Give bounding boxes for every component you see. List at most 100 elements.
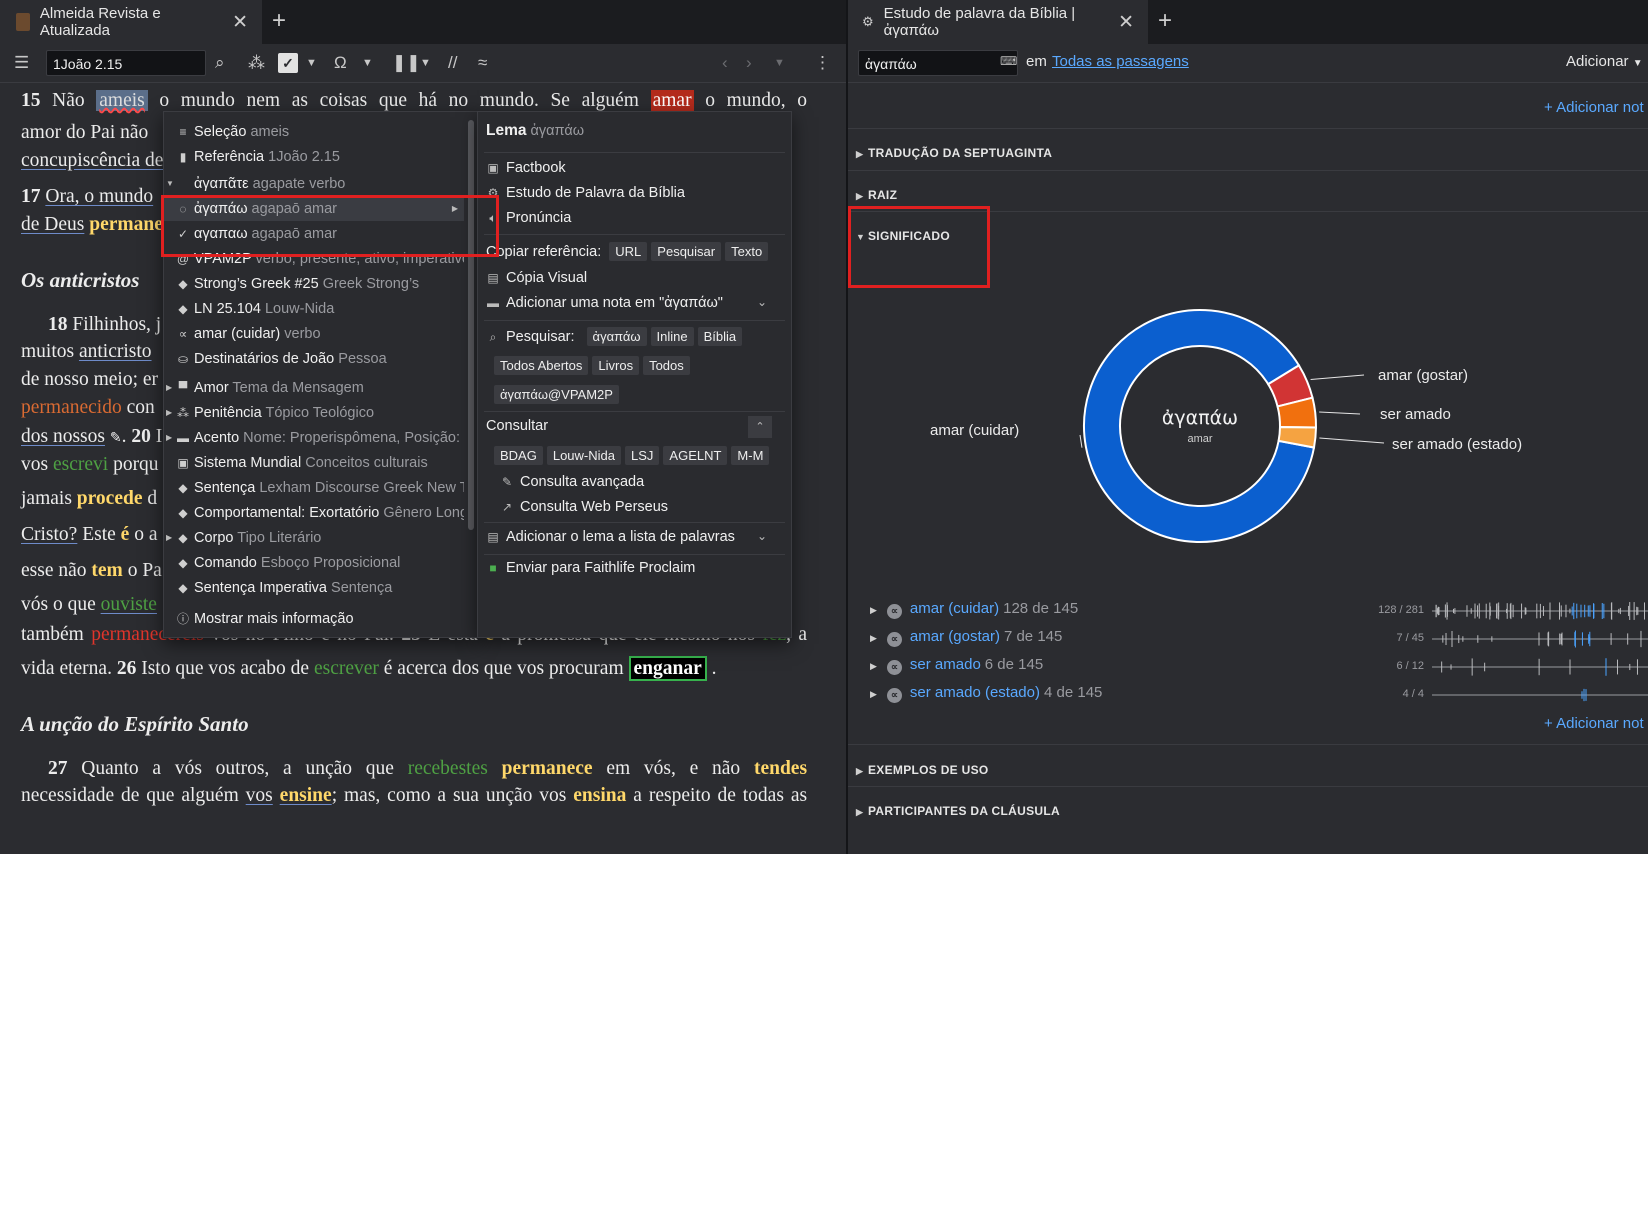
consult-chip[interactable]: AGELNT xyxy=(663,446,728,465)
menu-item-word-study[interactable]: ⚙ Estudo de Palavra da Bíblia xyxy=(478,185,791,201)
context-menu-item[interactable]: ⛀ Destinatários de João Pessoa xyxy=(164,347,464,371)
context-menu-item[interactable]: ∝ amar (cuidar) verbo xyxy=(164,322,464,346)
consult-chip[interactable]: LSJ xyxy=(625,446,660,465)
copy-search-chip[interactable]: Pesquisar xyxy=(651,242,722,261)
copy-url-chip[interactable]: URL xyxy=(609,242,648,261)
check-icon[interactable]: ✓ xyxy=(278,53,298,73)
keyboard-icon[interactable]: ⌨ xyxy=(1000,54,1017,68)
expand-triangle-icon[interactable]: ▶ xyxy=(166,426,172,450)
menu-item-perseus[interactable]: ↗ Consulta Web Perseus xyxy=(492,499,791,515)
copy-text-chip[interactable]: Texto xyxy=(725,242,769,261)
expand-triangle-icon[interactable]: ▶ xyxy=(870,633,877,643)
consult-chip[interactable]: BDAG xyxy=(494,446,543,465)
search-lemma-chip[interactable]: ἀγαπάω xyxy=(586,327,647,346)
highlighted-word[interactable]: ensina xyxy=(573,785,626,806)
parallel-icon[interactable]: // xyxy=(448,53,457,73)
expand-triangle-icon[interactable]: ▶ xyxy=(870,605,877,615)
context-menu-item[interactable]: ◆ Comando Esboço Proposicional xyxy=(164,551,464,575)
tab-bible[interactable]: Almeida Revista e Atualizada ✕ xyxy=(0,0,262,44)
search-books-chip[interactable]: Livros xyxy=(592,356,640,375)
chevron-down-icon[interactable]: ⌄ xyxy=(757,529,767,543)
context-menu-item[interactable]: ▶ ◆ Corpo Tipo Literário xyxy=(164,526,464,550)
chevron-down-icon[interactable]: ▼ xyxy=(774,53,785,73)
expand-triangle-icon[interactable]: ▶ xyxy=(166,401,172,425)
context-menu-item[interactable]: ▮ Referência 1João 2.15 xyxy=(164,145,464,169)
new-tab-button[interactable]: + xyxy=(1158,8,1172,34)
highlighted-word[interactable]: permane xyxy=(89,214,163,235)
add-note-link[interactable]: + Adicionar not xyxy=(1544,99,1644,116)
more-icon[interactable]: ⋮ xyxy=(814,53,831,73)
context-menu-item[interactable]: ▣ Sistema Mundial Conceitos culturais xyxy=(164,451,464,475)
context-menu-item[interactable]: ◆ Sentença Lexham Discourse Greek New Tes… xyxy=(164,476,464,500)
chevron-down-icon[interactable]: ▼ xyxy=(362,53,373,73)
expand-triangle-icon[interactable]: ▶ xyxy=(870,661,877,671)
forward-icon[interactable]: › xyxy=(746,53,752,73)
people-icon[interactable]: ⁂ xyxy=(248,53,265,73)
menu-item-pronunciation[interactable]: 🔈︎ Pronúncia xyxy=(478,210,791,226)
sense-row[interactable]: ▶ ∝ amar (cuidar) 128 de 145 xyxy=(870,600,1078,619)
consult-chip[interactable]: M-M xyxy=(731,446,770,465)
search-bible-chip[interactable]: Bíblia xyxy=(697,327,743,346)
boxed-word[interactable]: enganar xyxy=(628,656,707,681)
section-root[interactable]: ▶ RAIZ xyxy=(848,188,1648,202)
section-clause-participants[interactable]: ▶ PARTICIPANTES DA CLÁUSULA xyxy=(848,804,1648,818)
scrollbar[interactable] xyxy=(468,120,474,530)
menu-item-add-note[interactable]: ▬ Adicionar uma nota em "ἀγαπάω" ⌄ xyxy=(478,295,791,311)
context-menu-item[interactable]: ◆ Sentença Imperativa Sentença xyxy=(164,576,464,600)
sense-row[interactable]: ▶ ∝ amar (gostar) 7 de 145 xyxy=(870,628,1062,647)
menu-item-proclaim[interactable]: ■ Enviar para Faithlife Proclaim xyxy=(478,560,791,576)
search-all-chip[interactable]: Todos xyxy=(643,356,690,375)
add-note-link[interactable]: + Adicionar not xyxy=(1544,715,1644,732)
chevron-down-icon[interactable]: ▼ xyxy=(420,53,431,73)
highlighted-word[interactable]: procede xyxy=(77,488,143,509)
section-usage-examples[interactable]: ▶ EXEMPLOS DE USO xyxy=(848,763,1648,777)
search-all-open-chip[interactable]: Todos Abertos xyxy=(494,356,589,375)
close-icon[interactable]: ✕ xyxy=(232,11,248,34)
collapse-triangle-icon[interactable]: ▼ xyxy=(166,172,174,196)
back-icon[interactable]: ‹ xyxy=(722,53,728,73)
sense-label[interactable]: amar (gostar) xyxy=(910,628,1000,645)
chevron-down-icon[interactable]: ▼ xyxy=(306,53,317,73)
expand-triangle-icon[interactable]: ▶ xyxy=(166,526,172,550)
approx-icon[interactable]: ≈ xyxy=(478,53,487,73)
context-menu-item[interactable]: ▶ ⁂ Penitência Tópico Teológico xyxy=(164,401,464,425)
highlighted-word[interactable]: ensine xyxy=(280,785,332,806)
highlighted-word[interactable]: tendes xyxy=(754,758,807,779)
pause-icon[interactable]: ❚❚ xyxy=(392,53,421,73)
highlighted-word[interactable]: tem xyxy=(91,560,122,581)
reference-input[interactable]: 1João 2.15 xyxy=(46,50,206,76)
consult-chip[interactable]: Louw-Nida xyxy=(546,446,621,465)
expand-triangle-icon[interactable]: ▶ xyxy=(166,376,172,400)
chevron-up-icon[interactable]: ⌃ xyxy=(748,416,772,438)
sense-row[interactable]: ▶ ∝ ser amado (estado) 4 de 145 xyxy=(870,684,1102,703)
expand-triangle-icon[interactable]: ▶ xyxy=(870,689,877,699)
context-menu-item[interactable]: ◆ Strong’s Greek #25 Greek Strong’s xyxy=(164,272,464,296)
highlighted-word[interactable]: é xyxy=(121,524,130,545)
context-menu-item[interactable]: ≡ Seleção ameis xyxy=(164,120,464,144)
highlighted-word[interactable]: permanece xyxy=(502,758,593,779)
tab-word-study[interactable]: ⚙ Estudo de palavra da Bíblia | ἀγαπάω ✕ xyxy=(848,0,1148,44)
context-menu-item[interactable]: ▶ ▬ Acento Nome: Properispômena, Posição: … xyxy=(164,426,464,450)
sense-label[interactable]: ser amado (estado) xyxy=(910,684,1040,701)
close-icon[interactable]: ✕ xyxy=(1118,11,1134,34)
panel-splitter[interactable] xyxy=(846,0,848,854)
sense-label[interactable]: amar (cuidar) xyxy=(910,600,999,617)
search-morph-chip[interactable]: ἀγαπάω@VPAM2P xyxy=(494,385,619,404)
selected-word[interactable]: ameis xyxy=(96,90,148,111)
menu-item-advanced-lookup[interactable]: ✎ Consulta avançada xyxy=(492,474,791,490)
add-button[interactable]: Adicionar ▼ xyxy=(1566,53,1643,70)
new-tab-button[interactable]: + xyxy=(272,8,286,34)
sense-label[interactable]: ser amado xyxy=(910,656,981,673)
highlighted-word[interactable]: amar xyxy=(650,90,694,111)
show-more-info[interactable]: ⓘ Mostrar mais informação xyxy=(164,607,464,631)
menu-item-factbook[interactable]: ▣ Factbook xyxy=(478,160,791,176)
section-septuagint[interactable]: ▶ TRADUÇÃO DA SEPTUAGINTA xyxy=(848,146,1648,160)
context-menu-item[interactable]: ▶ ▀ Amor Tema da Mensagem xyxy=(164,376,464,400)
interlinear-icon[interactable]: Ω xyxy=(334,53,347,73)
context-menu-item[interactable]: ▼ ἀγαπᾶτε agapate verbo xyxy=(164,172,464,196)
lemma-search-input[interactable]: ἀγαπάω xyxy=(858,50,1018,76)
context-menu-item[interactable]: ◆ LN 25.104 Louw-Nida xyxy=(164,297,464,321)
search-icon[interactable]: ⌕ xyxy=(215,53,225,73)
menu-item-visual-copy[interactable]: ▤ Cópia Visual xyxy=(478,270,791,286)
sense-row[interactable]: ▶ ∝ ser amado 6 de 145 xyxy=(870,656,1043,675)
